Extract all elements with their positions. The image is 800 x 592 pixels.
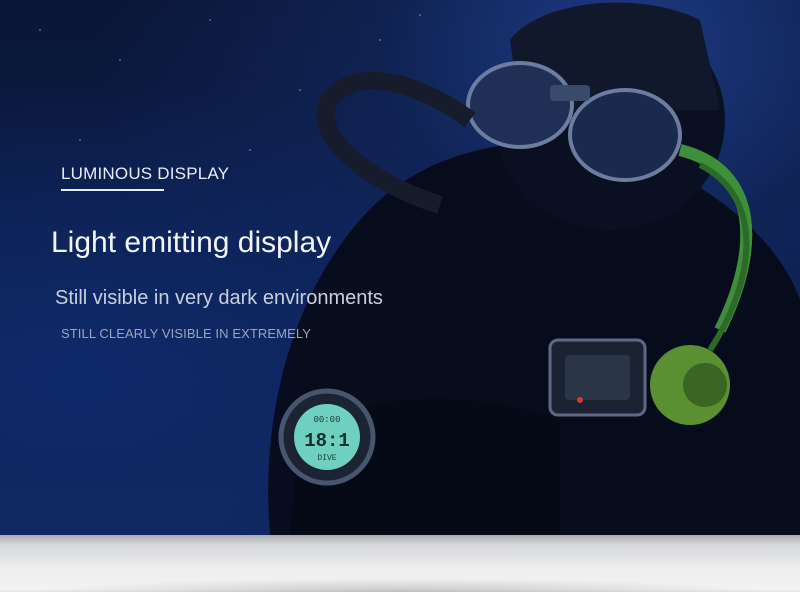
feature-caption: STILL CLEARLY VISIBLE IN EXTREMELY — [61, 326, 312, 341]
kicker-underline — [61, 189, 164, 191]
action-camera — [548, 338, 647, 417]
dive-watch: 00:00 18:1 DIVE — [278, 388, 376, 486]
watch-top-row: 00:00 — [313, 415, 340, 425]
diver-photo: 00:00 18:1 DIVE — [39, 2, 800, 535]
watch-main-digits: 18:1 — [304, 430, 350, 452]
feature-headline: Light emitting display — [51, 226, 332, 259]
watch-bottom-row: DIVE — [317, 454, 336, 463]
feature-subtitle: Still visible in very dark environments — [55, 287, 383, 309]
section-kicker: LUMINOUS DISPLAY — [61, 164, 230, 183]
hero-banner: 00:00 18:1 DIVE LUMINOUS DISPLAY Light e… — [0, 0, 800, 535]
regulator — [650, 345, 730, 425]
